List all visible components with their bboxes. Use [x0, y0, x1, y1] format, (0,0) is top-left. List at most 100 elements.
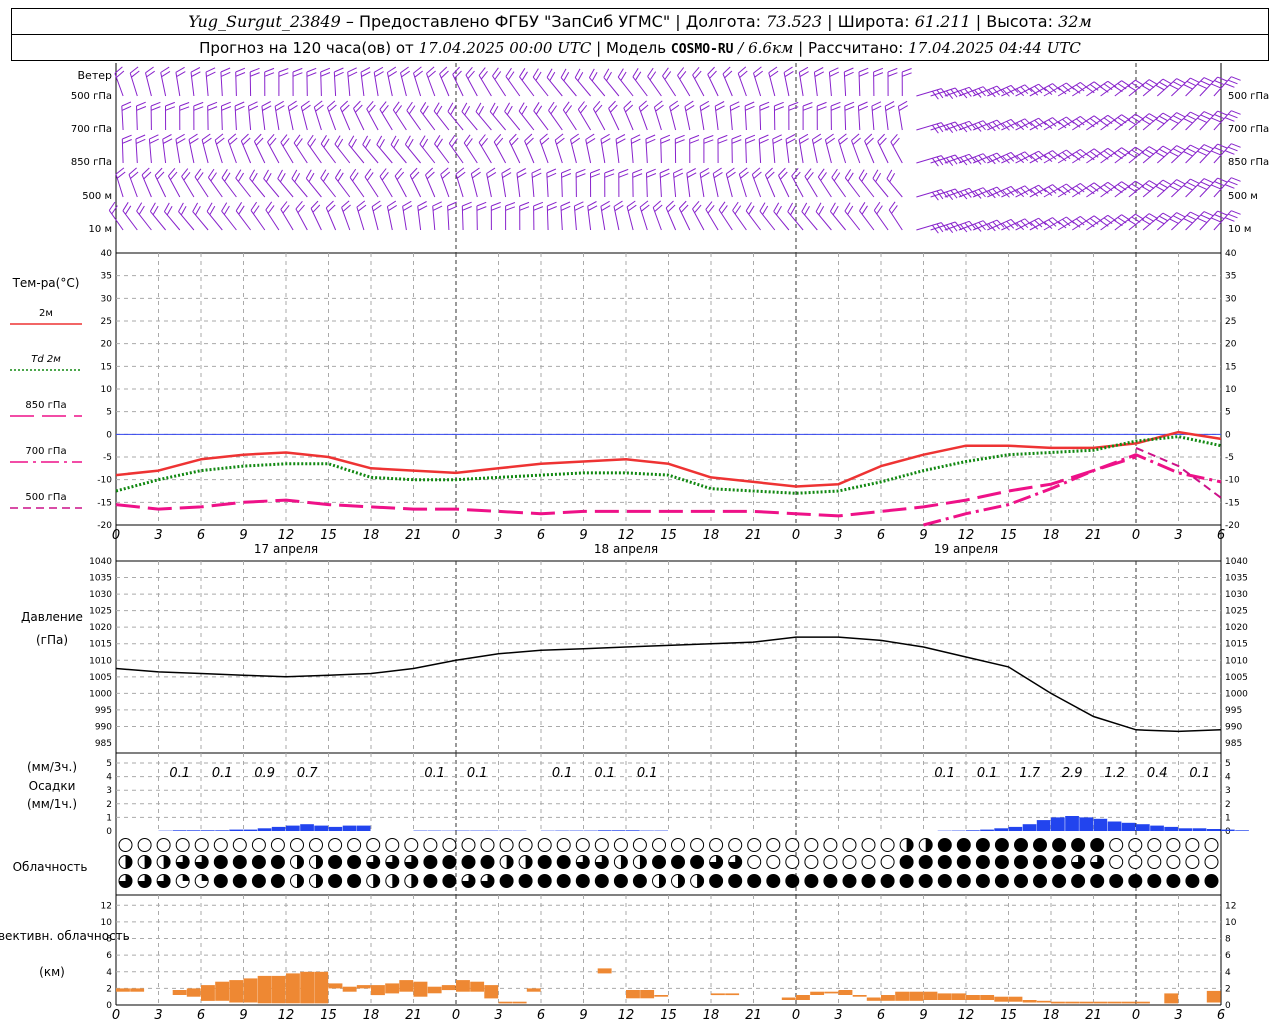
- temp-title: Тем-ра(°C): [12, 276, 80, 290]
- wind-barb: [560, 201, 571, 231]
- hour-label-temp: 15: [320, 528, 337, 543]
- conv-title: Конвективн. облачность: [0, 929, 130, 943]
- precip-bar: [1136, 824, 1150, 831]
- wind-barb: [320, 67, 331, 97]
- wind-barb: [432, 201, 443, 231]
- wind-barb: [615, 134, 626, 164]
- wind-barb: [264, 67, 275, 97]
- wind-barb: [665, 200, 677, 231]
- cloud-symbol-high: [804, 838, 819, 852]
- precip-3h-label: 1.2: [1104, 766, 1125, 781]
- wind-barb: [707, 66, 719, 97]
- cloud-symbol-high: [537, 838, 552, 852]
- hour-label-temp: 12: [278, 528, 295, 543]
- wind-barb: [235, 169, 251, 198]
- wind-barb: [220, 67, 231, 97]
- hour-label-temp: 3: [494, 528, 502, 543]
- cloud-symbol-high: [442, 838, 457, 852]
- wind-barb: [165, 101, 176, 131]
- cloud-symbol-middle: [766, 855, 781, 869]
- wind-barb: [639, 200, 650, 231]
- wind-barb: [1072, 215, 1103, 231]
- press-tick-right: 1020: [1225, 623, 1248, 633]
- cloud-fill-low: [182, 874, 190, 881]
- press-tick-right: 990: [1225, 722, 1242, 732]
- press-tick-left: 1010: [89, 656, 112, 666]
- wind-barb: [447, 102, 464, 131]
- wind-barb: [662, 67, 677, 97]
- wind-barb: [787, 202, 804, 231]
- conv-bar: [923, 991, 938, 1000]
- wind-barb: [732, 201, 747, 231]
- wind-title: Ветер: [78, 69, 112, 82]
- cloud-symbol-high: [175, 838, 190, 852]
- precip-tick-left: 3: [106, 786, 112, 796]
- wind-barb: [207, 168, 223, 198]
- wind-barb: [575, 168, 586, 198]
- cloud-symbol-high: [366, 838, 381, 852]
- precip-bar: [626, 830, 640, 831]
- conv-bar: [286, 973, 300, 1004]
- wind-barb: [192, 202, 209, 231]
- hour-label-conv: 0: [1132, 1008, 1140, 1023]
- cloud-symbol-middle: [823, 855, 838, 869]
- wind-barb: [729, 101, 740, 131]
- wind-barb: [585, 133, 596, 164]
- wind-barb: [772, 134, 783, 164]
- wind-barb: [570, 133, 580, 164]
- conv-bar: [470, 981, 485, 992]
- cloud-fill-low: [252, 874, 266, 888]
- conv-bar: [824, 991, 839, 994]
- conv-bar: [937, 993, 952, 1000]
- press-tick-right: 985: [1225, 739, 1242, 749]
- wind-barb: [320, 135, 336, 164]
- conv-bar: [229, 980, 244, 1003]
- conv-tick-right: 0: [1225, 1001, 1231, 1011]
- wind-barb: [277, 169, 294, 198]
- hour-label-conv: 12: [958, 1008, 975, 1023]
- wind-barb: [626, 200, 637, 231]
- wind-barb: [419, 135, 436, 164]
- wind-barb: [916, 189, 948, 201]
- conv-bar: [116, 988, 130, 992]
- wind-level-850hpa: 850 гПа: [71, 157, 112, 168]
- cloud-fill-high: [1033, 838, 1047, 852]
- precip-tick-right: 3: [1225, 786, 1231, 796]
- press-tick-left: 1000: [89, 689, 112, 699]
- cloud-fill-low: [1014, 874, 1028, 888]
- wind-barb: [916, 88, 948, 100]
- wind-barb: [871, 101, 882, 131]
- hour-label-temp: 6: [197, 528, 205, 543]
- hour-label-conv: 21: [1085, 1008, 1102, 1023]
- cloud-symbol-middle: [1109, 855, 1124, 869]
- cloud-fill-middle: [957, 855, 971, 869]
- conv-bar: [1107, 1001, 1122, 1004]
- wind-barb: [987, 118, 1019, 131]
- wind-barb: [798, 133, 809, 164]
- wind-barb: [603, 68, 620, 97]
- wind-barb: [235, 67, 246, 97]
- conv-bar: [300, 971, 315, 1004]
- wind-barb: [163, 202, 181, 231]
- conv-bar: [172, 990, 187, 995]
- wind-barb: [476, 201, 487, 231]
- hour-label-conv: 21: [745, 1008, 762, 1023]
- wind-barb: [347, 67, 358, 97]
- temp-tick-left: 5: [106, 408, 112, 418]
- wind-level-500m: 500 м: [82, 191, 112, 202]
- precipitation-layer: 5 5 4 4 3 3 2 2 1 1 0 0 0.1 0.1 0.9 0.7 0.1 0.1 0.1 0.1 0.1 0…: [106, 759, 1249, 837]
- wind-barb: [824, 133, 835, 164]
- wind-barb: [731, 134, 742, 164]
- precip-bar: [1022, 824, 1037, 831]
- cloud-fill-low: [201, 874, 209, 881]
- wind-barb: [505, 67, 521, 97]
- wind-barb: [293, 134, 308, 164]
- wind-barb: [305, 169, 322, 198]
- cloud-fill-low: [423, 874, 437, 888]
- cloud-fill-middle: [125, 855, 132, 869]
- wind-barb: [160, 66, 171, 97]
- precip-bar: [201, 830, 215, 831]
- wind-barb: [802, 102, 813, 130]
- conv-bar: [725, 993, 740, 996]
- wind-barb: [785, 134, 796, 164]
